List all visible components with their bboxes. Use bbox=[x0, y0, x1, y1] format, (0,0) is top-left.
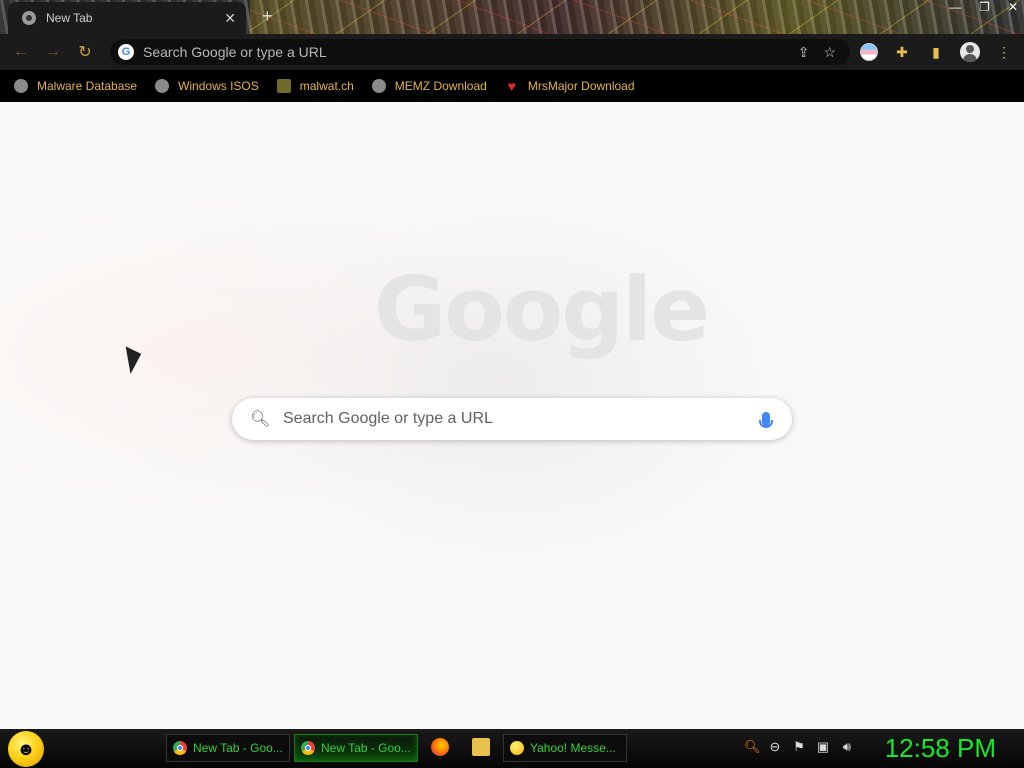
heart-icon: ♥ bbox=[507, 78, 516, 94]
tab-close-icon[interactable]: ✕ bbox=[224, 10, 236, 27]
taskbar: ☻ New Tab - Goo... New Tab - Goo... Yaho… bbox=[0, 729, 1024, 768]
bookmark-star-icon[interactable]: ☆ bbox=[823, 44, 836, 61]
new-tab-icon[interactable]: + bbox=[262, 6, 273, 27]
volume-icon[interactable]: 🔊︎ bbox=[840, 739, 854, 755]
chrome-icon bbox=[173, 741, 187, 755]
search-box[interactable]: 🔍︎ Search Google or type a URL bbox=[232, 398, 792, 440]
status-tray-icon[interactable]: ⊖ bbox=[768, 739, 782, 755]
reload-icon[interactable]: ↻ bbox=[74, 41, 96, 63]
search-icon: 🔍︎ bbox=[250, 411, 271, 428]
start-button-smiley-icon[interactable]: ☻ bbox=[8, 731, 44, 767]
menu-kebab-icon[interactable]: ⋮ bbox=[994, 42, 1014, 62]
bookmarks-bar: Malware Database Windows ISOS malwat.ch … bbox=[0, 70, 1024, 102]
address-bar-placeholder: Search Google or type a URL bbox=[143, 44, 327, 60]
window-controls: — ❐ ✕ bbox=[949, 0, 1018, 14]
bookmark-label: Windows ISOS bbox=[178, 79, 259, 93]
skull-icon bbox=[276, 79, 291, 93]
window-close-icon[interactable]: ✕ bbox=[1008, 0, 1018, 14]
system-tray: 🔍︎ ⊖ ⚑ ▣ 🔊︎ bbox=[744, 739, 854, 755]
firefox-icon[interactable] bbox=[431, 738, 449, 756]
bookmark-mrsmajor-download[interactable]: ♥ MrsMajor Download bbox=[505, 78, 635, 94]
globe-icon bbox=[371, 79, 386, 93]
globe-icon bbox=[14, 79, 28, 93]
flag-extension-icon[interactable] bbox=[860, 43, 878, 61]
back-arrow-icon[interactable]: ← bbox=[10, 41, 32, 63]
bookmark-windows-isos[interactable]: Windows ISOS bbox=[155, 79, 259, 93]
taskbar-clock[interactable]: 12:58 PM bbox=[885, 733, 996, 764]
taskbar-button-yahoo-messenger[interactable]: Yahoo! Messe... bbox=[503, 734, 627, 762]
share-icon[interactable]: ⇪ bbox=[798, 44, 810, 61]
taskbar-button-label: New Tab - Goo... bbox=[193, 741, 283, 755]
network-icon[interactable]: ▣ bbox=[816, 739, 830, 755]
globe-icon bbox=[155, 79, 170, 93]
google-logo: Google bbox=[374, 258, 710, 361]
bookmark-malwatch[interactable]: malwat.ch bbox=[276, 79, 354, 93]
browser-toolbar: ← → ↻ G Search Google or type a URL ⇪ ☆ … bbox=[0, 34, 1024, 70]
folder-icon[interactable] bbox=[472, 738, 490, 756]
tab-title: New Tab bbox=[46, 11, 93, 25]
taskbar-button-label: Yahoo! Messe... bbox=[530, 741, 616, 755]
search-placeholder: Search Google or type a URL bbox=[283, 410, 493, 427]
title-bar: New Tab ✕ + — ❐ ✕ bbox=[0, 0, 1024, 34]
taskbar-button-chrome-1[interactable]: New Tab - Goo... bbox=[166, 734, 290, 762]
yahoo-messenger-icon bbox=[510, 741, 524, 755]
microphone-icon[interactable] bbox=[759, 412, 773, 428]
bookmark-label: malwat.ch bbox=[299, 79, 354, 93]
chrome-icon bbox=[301, 741, 315, 755]
taskbar-button-chrome-2[interactable]: New Tab - Goo... bbox=[294, 734, 418, 762]
minimize-icon[interactable]: — bbox=[949, 0, 961, 14]
restore-icon[interactable]: ❐ bbox=[979, 0, 990, 14]
bookmark-label: Malware Database bbox=[37, 79, 138, 93]
bookmark-label: MrsMajor Download bbox=[527, 79, 635, 93]
search-tray-icon[interactable]: 🔍︎ bbox=[744, 739, 761, 755]
google-g-icon: G bbox=[118, 44, 134, 60]
profile-avatar-icon[interactable] bbox=[960, 42, 980, 62]
taskbar-button-label: New Tab - Goo... bbox=[321, 741, 411, 755]
tab-new-tab[interactable]: New Tab ✕ bbox=[8, 2, 246, 34]
action-center-flag-icon[interactable]: ⚑ bbox=[792, 739, 806, 755]
forward-arrow-icon[interactable]: → bbox=[42, 41, 64, 63]
side-panel-icon[interactable]: ▮ bbox=[926, 42, 946, 62]
address-bar[interactable]: G Search Google or type a URL ⇪ ☆ bbox=[110, 39, 850, 65]
bookmark-label: MEMZ Download bbox=[394, 79, 487, 93]
tab-favicon-icon bbox=[22, 11, 36, 25]
toolbar-actions: ✚ ▮ ⋮ bbox=[860, 42, 1014, 62]
bookmark-memz-download[interactable]: MEMZ Download bbox=[371, 79, 487, 93]
bookmark-malware-database[interactable]: Malware Database bbox=[14, 79, 137, 93]
extensions-puzzle-icon[interactable]: ✚ bbox=[892, 42, 912, 62]
